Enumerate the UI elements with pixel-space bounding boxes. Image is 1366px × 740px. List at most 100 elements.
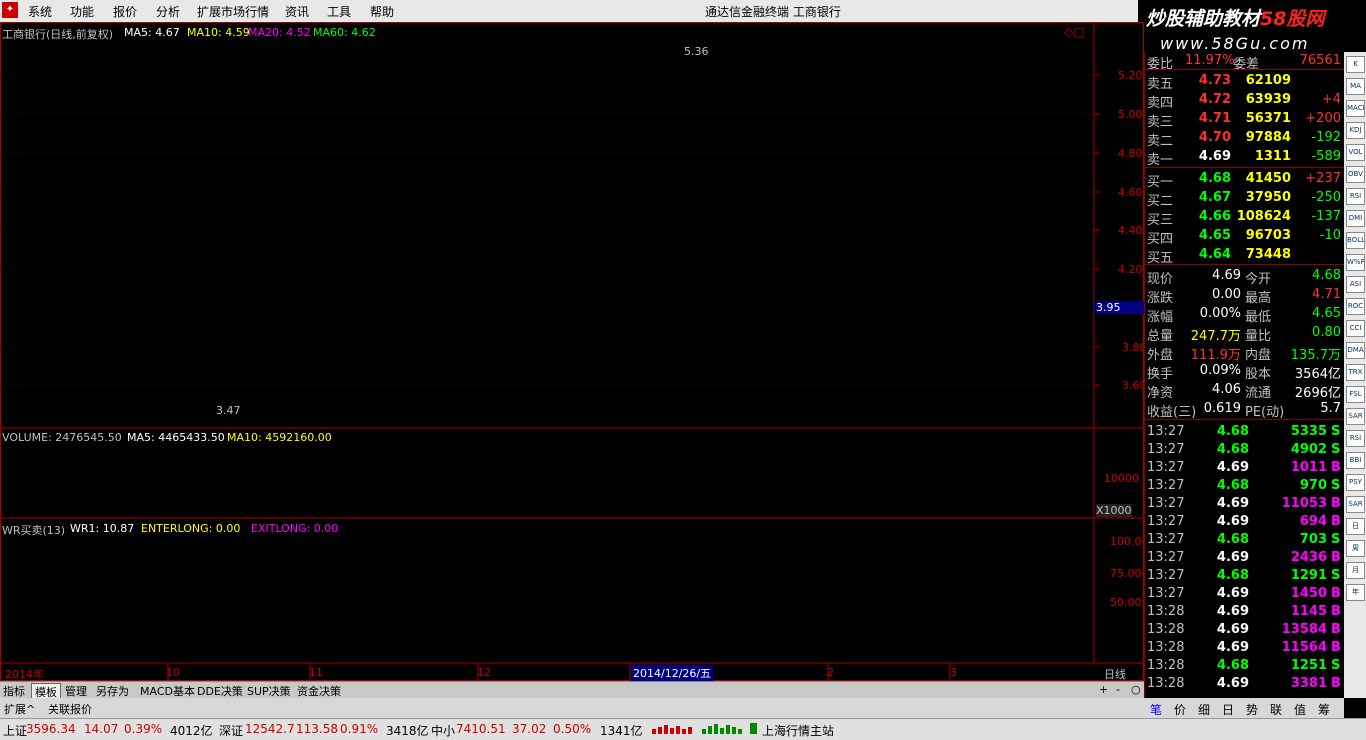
tab-dde[interactable]: DDE决策 bbox=[194, 683, 246, 698]
buy-level-row[interactable]: 买五 4.64 73448 bbox=[1145, 246, 1345, 266]
period-label[interactable]: 日线 bbox=[1104, 666, 1126, 682]
indicator-shortcut-icon[interactable]: BOLL bbox=[1346, 232, 1365, 249]
panel-tab-2[interactable]: 细 bbox=[1198, 701, 1210, 718]
indicator-shortcut-icon[interactable]: TRX bbox=[1346, 364, 1365, 381]
sell-level-row[interactable]: 卖五 4.73 62109 bbox=[1145, 72, 1345, 92]
wr1-label: WR1: 10.87 bbox=[70, 522, 135, 535]
tab-fund[interactable]: 资金决策 bbox=[294, 683, 344, 698]
menu-help[interactable]: 帮助 bbox=[370, 3, 394, 20]
buy-level-row[interactable]: 买二 4.67 37950 -250 bbox=[1145, 189, 1345, 209]
sell-level-row[interactable]: 卖三 4.71 56371 +200 bbox=[1145, 110, 1345, 130]
tick-row[interactable]: 13:27 4.68 4902 S bbox=[1145, 441, 1345, 460]
indicator-shortcut-icon[interactable]: CCI bbox=[1346, 320, 1365, 337]
tick-row[interactable]: 13:27 4.69 11053 B bbox=[1145, 495, 1345, 514]
tick-row[interactable]: 13:27 4.68 5335 S bbox=[1145, 423, 1345, 442]
tab-manage[interactable]: 管理 bbox=[62, 683, 90, 698]
tick-row[interactable]: 13:28 4.69 13584 B bbox=[1145, 621, 1345, 640]
zoom-out-button[interactable]: - bbox=[1113, 683, 1123, 697]
tab-macd[interactable]: MACD基本 bbox=[137, 683, 198, 698]
tick-row[interactable]: 13:27 4.69 1011 B bbox=[1145, 459, 1345, 478]
sell-level-row[interactable]: 卖一 4.69 1311 -589 bbox=[1145, 148, 1345, 168]
sell-level-row[interactable]: 卖二 4.70 97884 -192 bbox=[1145, 129, 1345, 149]
buy-level-row[interactable]: 买三 4.66 108624 -137 bbox=[1145, 208, 1345, 228]
sell-level-row[interactable]: 卖四 4.72 63939 +4 bbox=[1145, 91, 1345, 111]
sz-index-label[interactable]: 深证 bbox=[219, 722, 243, 739]
indicator-shortcut-icon[interactable]: FSL bbox=[1346, 386, 1365, 403]
indicator-shortcut-icon[interactable]: KDJ bbox=[1346, 122, 1365, 139]
tick-row[interactable]: 13:28 4.69 3381 B bbox=[1145, 675, 1345, 694]
panel-tab-1[interactable]: 价 bbox=[1174, 701, 1186, 718]
zx-index-label[interactable]: 中小 bbox=[431, 722, 455, 739]
tick-row[interactable]: 13:27 4.68 970 S bbox=[1145, 477, 1345, 496]
chart-corner-icons[interactable]: ◇□ bbox=[1064, 25, 1085, 39]
tick-row[interactable]: 13:27 4.69 2436 B bbox=[1145, 549, 1345, 568]
tick-row[interactable]: 13:27 4.68 703 S bbox=[1145, 531, 1345, 550]
indicator-shortcut-icon[interactable]: 日 bbox=[1346, 518, 1365, 535]
panel-tab-5[interactable]: 联 bbox=[1270, 701, 1282, 718]
connection-status-icon[interactable] bbox=[750, 723, 758, 738]
zoom-reset-button[interactable]: ○ bbox=[1128, 683, 1144, 697]
zoom-in-button[interactable]: + bbox=[1096, 683, 1111, 697]
menu-function[interactable]: 功能 bbox=[70, 3, 94, 20]
panel-tab-7[interactable]: 筹 bbox=[1318, 701, 1330, 718]
panel-tab-6[interactable]: 值 bbox=[1294, 701, 1306, 718]
indicator-shortcut-icon[interactable]: PSY bbox=[1346, 474, 1365, 491]
tab-indicator[interactable]: 指标 bbox=[0, 683, 28, 698]
indicator-shortcut-icon[interactable]: MA bbox=[1346, 78, 1365, 95]
indicator-shortcut-icon[interactable]: ASI bbox=[1346, 276, 1365, 293]
stat-row[interactable]: 涨幅 0.00% 最低 4.65 bbox=[1145, 305, 1345, 325]
menu-system[interactable]: 系统 bbox=[28, 3, 52, 20]
stat-row[interactable]: 外盘 111.9万 内盘 135.7万 bbox=[1145, 343, 1345, 363]
level-volume: 62109 bbox=[1245, 73, 1291, 88]
indicator-shortcut-icon[interactable]: K bbox=[1346, 56, 1365, 73]
indicator-shortcut-icon[interactable]: DMA bbox=[1346, 342, 1365, 359]
menu-ext-market[interactable]: 扩展市场行情 bbox=[197, 3, 269, 20]
indicator-shortcut-icon[interactable]: W%R bbox=[1346, 254, 1365, 271]
tab-sup[interactable]: SUP决策 bbox=[244, 683, 294, 698]
related-quote-tab[interactable]: 关联报价 bbox=[48, 701, 92, 717]
indicator-shortcut-icon[interactable]: SAR bbox=[1346, 496, 1365, 513]
panel-tab-0[interactable]: 笔 bbox=[1150, 701, 1162, 718]
tick-row[interactable]: 13:27 4.69 1450 B bbox=[1145, 585, 1345, 604]
volume-ma5: MA5: 4465433.50 bbox=[127, 431, 225, 444]
tick-row[interactable]: 13:27 4.69 694 B bbox=[1145, 513, 1345, 532]
indicator-shortcut-icon[interactable]: 年 bbox=[1346, 584, 1365, 601]
server-station[interactable]: 上海行情主站 bbox=[762, 722, 834, 739]
indicator-shortcut-icon[interactable]: BBI bbox=[1346, 452, 1365, 469]
buy-level-row[interactable]: 买一 4.68 41450 +237 bbox=[1145, 170, 1345, 190]
tick-row[interactable]: 13:28 4.69 11564 B bbox=[1145, 639, 1345, 658]
kline-chart-area[interactable]: 工商银行(日线,前复权) MA5: 4.67 MA10: 4.59 MA20: … bbox=[0, 22, 1147, 682]
panel-tab-4[interactable]: 势 bbox=[1246, 701, 1258, 718]
tab-template[interactable]: 模板 bbox=[31, 683, 61, 699]
menu-analysis[interactable]: 分析 bbox=[156, 3, 180, 20]
ext-toggle[interactable]: 扩展^ bbox=[4, 701, 35, 717]
indicator-shortcut-icon[interactable]: 月 bbox=[1346, 562, 1365, 579]
tick-row[interactable]: 13:28 4.69 1145 B bbox=[1145, 603, 1345, 622]
stat-row[interactable]: 现价 4.69 今开 4.68 bbox=[1145, 267, 1345, 287]
menu-tools[interactable]: 工具 bbox=[327, 3, 351, 20]
panel-tab-3[interactable]: 日 bbox=[1222, 701, 1234, 718]
tick-row[interactable]: 13:27 4.68 1291 S bbox=[1145, 567, 1345, 586]
stat-row[interactable]: 换手 0.09% 股本 3564亿 bbox=[1145, 362, 1345, 382]
tick-row[interactable]: 13:28 4.68 1251 S bbox=[1145, 657, 1345, 676]
indicator-shortcut-icon[interactable]: VOL bbox=[1346, 144, 1365, 161]
stat-row[interactable]: 总量 247.7万 量比 0.80 bbox=[1145, 324, 1345, 344]
indicator-shortcut-icon[interactable]: RSI bbox=[1346, 188, 1365, 205]
stat-row[interactable]: 涨跌 0.00 最高 4.71 bbox=[1145, 286, 1345, 306]
indicator-shortcut-icon[interactable]: SAR bbox=[1346, 408, 1365, 425]
indicator-shortcut-icon[interactable]: ROC bbox=[1346, 298, 1365, 315]
stat-row[interactable]: 收益(三) 0.619 PE(动) 5.7 bbox=[1145, 400, 1345, 420]
sh-index-label[interactable]: 上证 bbox=[3, 722, 27, 739]
indicator-shortcut-icon[interactable]: MACD bbox=[1346, 100, 1365, 117]
chart-canvas[interactable] bbox=[0, 22, 1144, 681]
app-logo-icon[interactable]: ✦ bbox=[2, 2, 18, 18]
indicator-shortcut-icon[interactable]: RSI bbox=[1346, 430, 1365, 447]
indicator-shortcut-icon[interactable]: DMI bbox=[1346, 210, 1365, 227]
indicator-shortcut-icon[interactable]: 周 bbox=[1346, 540, 1365, 557]
stat-row[interactable]: 净资 4.06 流通 2696亿 bbox=[1145, 381, 1345, 401]
menu-info[interactable]: 资讯 bbox=[285, 3, 309, 20]
menu-quote[interactable]: 报价 bbox=[113, 3, 137, 20]
tab-save-as[interactable]: 另存为 bbox=[93, 683, 132, 698]
indicator-shortcut-icon[interactable]: OBV bbox=[1346, 166, 1365, 183]
buy-level-row[interactable]: 买四 4.65 96703 -10 bbox=[1145, 227, 1345, 247]
